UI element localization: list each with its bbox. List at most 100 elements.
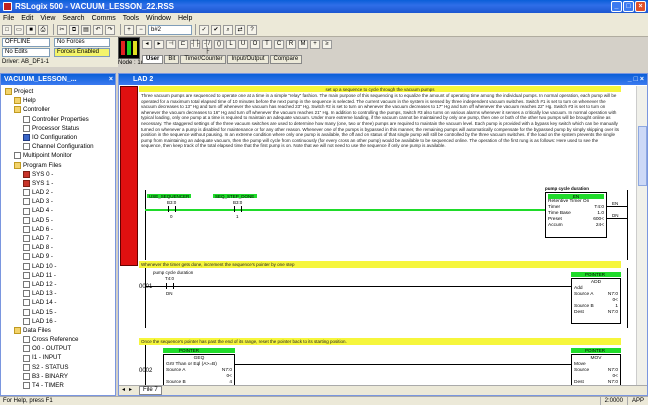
tree-item[interactable]: SYS 0 -: [3, 170, 115, 179]
zoom-in-icon[interactable]: +: [124, 24, 134, 35]
tree-item[interactable]: B3 - BINARY: [3, 372, 115, 381]
zoom-out-icon[interactable]: −: [136, 24, 146, 35]
tree-item[interactable]: Cross Reference: [3, 335, 115, 344]
minimize-button[interactable]: _: [611, 1, 622, 12]
verify-project-icon[interactable]: ✔: [211, 24, 221, 35]
ton-instruction[interactable]: EN Retentive Timer On Timer T4:0 Time Bas…: [545, 192, 607, 238]
rung1-contact-symbol[interactable]: [166, 283, 174, 289]
tab-scroll-right-icon[interactable]: ▸: [129, 386, 132, 393]
tree-item[interactable]: Channel Configuration: [3, 142, 115, 151]
tree-item[interactable]: LAD 7 -: [3, 234, 115, 243]
tree-item[interactable]: Program Files: [3, 161, 115, 170]
xio-icon[interactable]: ┤/├: [202, 40, 212, 54]
maximize-button[interactable]: □: [623, 1, 634, 12]
tree-item[interactable]: Processor Status: [3, 124, 115, 133]
geq-instruction[interactable]: GEQ Grtr Than or Eql (A>=B) Source A N7:0…: [163, 354, 235, 386]
undo-icon[interactable]: ↶: [93, 24, 103, 35]
tab-compare[interactable]: Compare: [269, 55, 303, 64]
edits-field[interactable]: No Edits: [2, 48, 50, 57]
tree-item[interactable]: LAD 9 -: [3, 252, 115, 261]
copy-icon[interactable]: ⧉: [69, 24, 79, 35]
tree-item[interactable]: LAD 14 -: [3, 298, 115, 307]
menu-tools[interactable]: Tools: [123, 15, 139, 22]
tree-item[interactable]: LAD 6 -: [3, 225, 115, 234]
tree-item[interactable]: SYS 1 -: [3, 179, 115, 188]
ote-icon[interactable]: (): [214, 40, 224, 49]
close-icon[interactable]: ×: [109, 74, 113, 85]
paste-icon[interactable]: ▤: [81, 24, 91, 35]
close-icon[interactable]: ×: [640, 74, 644, 85]
tab-bit[interactable]: Bit: [164, 55, 180, 64]
menu-window[interactable]: Window: [146, 15, 171, 22]
contact1-symbol[interactable]: [168, 206, 176, 212]
mode-field[interactable]: OFFLINE: [2, 38, 50, 47]
osr-icon[interactable]: O: [250, 40, 260, 49]
tree-item[interactable]: LAD 11 -: [3, 271, 115, 280]
tree-item[interactable]: LAD 5 -: [3, 216, 115, 225]
tab-user[interactable]: User: [142, 55, 164, 64]
branch-icon[interactable]: ⊏: [178, 40, 188, 49]
cut-icon[interactable]: ✂: [57, 24, 67, 35]
forces-field[interactable]: No Forces: [54, 38, 110, 47]
menu-comms[interactable]: Comms: [92, 15, 116, 22]
tree-item[interactable]: Controller: [3, 105, 115, 114]
tree-item[interactable]: Multipoint Monitor: [3, 151, 115, 160]
tree-item[interactable]: LAD 2 -: [3, 188, 115, 197]
find-icon[interactable]: ⌕: [223, 24, 233, 35]
ladder-scrollbar[interactable]: [636, 86, 647, 386]
menu-file[interactable]: File: [3, 15, 14, 22]
tab-timer-counter[interactable]: Timer/Counter: [180, 55, 227, 64]
menu-edit[interactable]: Edit: [21, 15, 33, 22]
add-instruction[interactable]: ADD Add Source A N7:0 0< Source B1 Dest N7…: [571, 278, 621, 324]
tree-item[interactable]: LAD 13 -: [3, 289, 115, 298]
maximize-icon[interactable]: □: [634, 74, 638, 85]
ctu-icon[interactable]: C: [274, 40, 284, 49]
add-icon[interactable]: +: [310, 40, 320, 49]
help-icon[interactable]: ?: [247, 24, 257, 35]
open-folder-icon[interactable]: ▭: [14, 24, 24, 35]
redo-icon[interactable]: ↷: [105, 24, 115, 35]
tree-item[interactable]: Project: [3, 87, 115, 96]
contact2-symbol[interactable]: [234, 206, 242, 212]
tree-item[interactable]: Help: [3, 96, 115, 105]
cross-ref-icon[interactable]: ⇄: [235, 24, 245, 35]
verify-file-icon[interactable]: ✓: [199, 24, 209, 35]
tree-item[interactable]: Data Files: [3, 326, 115, 335]
xic-icon[interactable]: ┤├: [190, 40, 200, 49]
minimize-icon[interactable]: _: [628, 74, 632, 85]
save-icon[interactable]: ■: [26, 24, 36, 35]
menu-search[interactable]: Search: [62, 15, 84, 22]
address-combo[interactable]: b#2: [148, 24, 192, 35]
tree-item[interactable]: LAD 3 -: [3, 197, 115, 206]
scrollbar-thumb[interactable]: [638, 126, 647, 186]
tree-item[interactable]: IO Configuration: [3, 133, 115, 142]
geq-icon[interactable]: ≥: [322, 40, 332, 49]
tree-item[interactable]: O0 - OUTPUT: [3, 344, 115, 353]
otl-icon[interactable]: L: [226, 40, 236, 49]
palette-right-icon[interactable]: ▸: [154, 40, 164, 49]
tab-input-output[interactable]: Input/Output: [227, 55, 269, 64]
tree-item[interactable]: LAD 16 -: [3, 317, 115, 326]
mov-icon[interactable]: M: [298, 40, 308, 49]
tree-item[interactable]: Controller Properties: [3, 115, 115, 124]
forces-enabled-field[interactable]: Forces Enabled: [54, 48, 110, 57]
otu-icon[interactable]: U: [238, 40, 248, 49]
menu-view[interactable]: View: [40, 15, 55, 22]
file-tab[interactable]: File 7: [139, 386, 162, 395]
tree-item[interactable]: LAD 12 -: [3, 280, 115, 289]
tree-item[interactable]: S2 - STATUS: [3, 363, 115, 372]
tree-item[interactable]: I1 - INPUT: [3, 353, 115, 362]
tree-item[interactable]: LAD 15 -: [3, 308, 115, 317]
print-icon[interactable]: ⎙: [38, 24, 48, 35]
close-button[interactable]: ×: [635, 1, 646, 12]
tree-item[interactable]: LAD 8 -: [3, 243, 115, 252]
tree-item[interactable]: LAD 10 -: [3, 262, 115, 271]
res-icon[interactable]: R: [286, 40, 296, 49]
tree-item[interactable]: LAD 4 -: [3, 206, 115, 215]
mov-instruction[interactable]: MOV Move Source N7:0 0< Dest N7:0: [571, 354, 621, 386]
rung-icon[interactable]: ⊣: [166, 40, 176, 49]
new-file-icon[interactable]: □: [2, 24, 12, 35]
menu-help[interactable]: Help: [178, 15, 192, 22]
palette-left-icon[interactable]: ◂: [142, 40, 152, 49]
tree-item[interactable]: T4 - TIMER: [3, 381, 115, 390]
